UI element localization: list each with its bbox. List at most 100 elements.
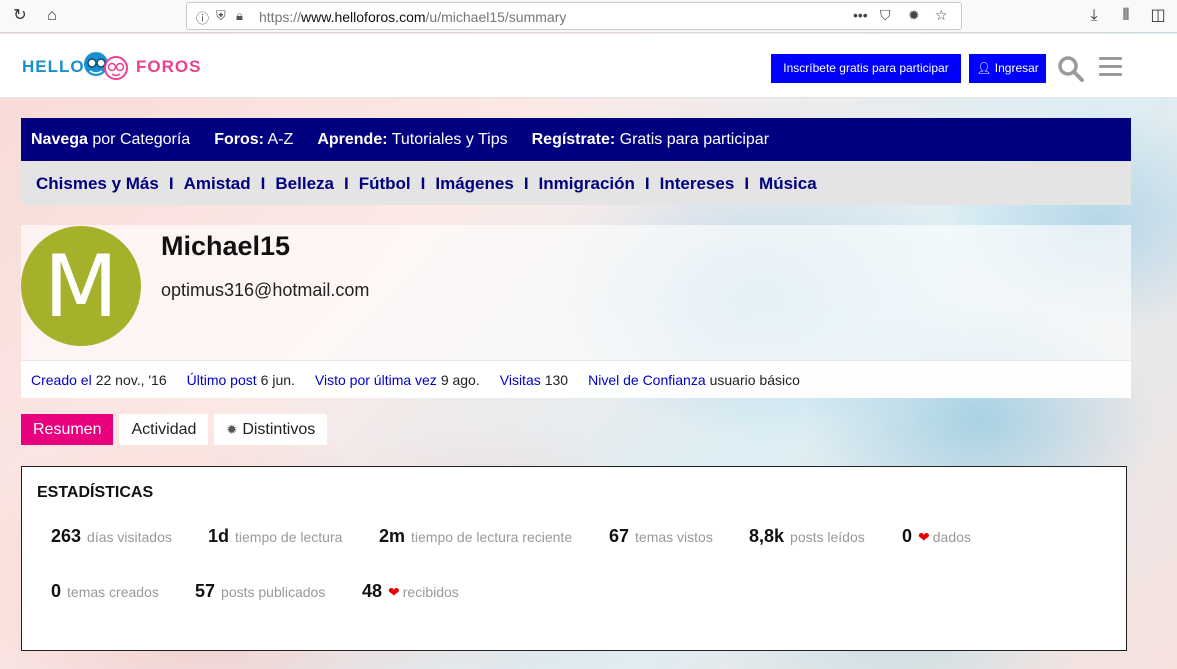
category-link[interactable]: Imágenes bbox=[435, 174, 513, 194]
category-separator: I bbox=[343, 173, 349, 193]
stats-title: ESTADÍSTICAS bbox=[37, 484, 154, 501]
primary-nav-item[interactable]: Foros: A-Z bbox=[214, 131, 293, 149]
stat-item: 8,8k posts leídos bbox=[749, 526, 865, 547]
logo-foros: FOROS bbox=[136, 57, 202, 76]
logo-hello: HELLO bbox=[22, 57, 85, 76]
stat-value: 8,8k bbox=[749, 526, 785, 546]
lock-warning-icon[interactable]: 🔒︎ bbox=[236, 8, 243, 24]
stat-label: posts leídos bbox=[790, 529, 865, 545]
stat-item: 263 días visitados bbox=[51, 526, 172, 547]
profile-tabs: Resumen Actividad ✹ Distintivos bbox=[21, 414, 328, 445]
stat-label: tiempo de lectura bbox=[235, 529, 343, 545]
category-link[interactable]: Inmigración bbox=[539, 174, 635, 194]
category-link[interactable]: Belleza bbox=[275, 174, 334, 194]
user-email: optimus316@hotmail.com bbox=[161, 280, 370, 300]
url-path: /u/michael15/summary bbox=[425, 9, 567, 25]
stat-value: 57 bbox=[195, 581, 216, 601]
tab-distintivos[interactable]: ✹ Distintivos bbox=[214, 414, 328, 445]
primary-nav-item-bold: Navega bbox=[31, 130, 88, 148]
stat-label: temas creados bbox=[67, 584, 159, 600]
search-icon[interactable] bbox=[1058, 56, 1084, 82]
category-nav: Chismes y Más I Amistad I Belleza I Fútbol I Imá… bbox=[21, 162, 1131, 205]
category-link[interactable]: Fútbol bbox=[359, 174, 411, 194]
category-separator: I bbox=[523, 173, 529, 193]
category-link[interactable]: Chismes y Más bbox=[36, 174, 159, 194]
user-meta-label[interactable]: Visitas bbox=[500, 372, 541, 388]
sidebar-icon[interactable]: ◫ bbox=[1148, 6, 1168, 26]
category-separator: I bbox=[260, 173, 266, 193]
primary-nav-item[interactable]: Regístrate: Gratis para participar bbox=[532, 131, 769, 149]
stat-label: días visitados bbox=[87, 529, 172, 545]
info-icon[interactable]: ⓘ bbox=[196, 8, 209, 27]
stat-value: 0 bbox=[51, 581, 62, 601]
stat-item: 0 temas creados bbox=[51, 581, 159, 602]
pocket-icon[interactable]: ⛉ bbox=[880, 7, 891, 24]
stat-item: 57 posts publicados bbox=[195, 581, 325, 602]
login-button[interactable]: 👤︎ Ingresar bbox=[969, 54, 1046, 83]
user-meta-item: Creado el 22 nov., '16 bbox=[31, 372, 167, 388]
category-link[interactable]: Intereses bbox=[660, 174, 735, 194]
stat-value: 48 bbox=[362, 581, 383, 601]
category-separator: I bbox=[644, 173, 650, 193]
user-meta-value: 130 bbox=[544, 371, 569, 388]
home-icon[interactable]: ⌂ bbox=[42, 6, 62, 26]
user-meta-item: Visto por última vez 9 ago. bbox=[315, 372, 480, 388]
library-icon[interactable]: ⫴ bbox=[1116, 6, 1136, 26]
primary-nav-item-bold: Regístrate: bbox=[531, 130, 616, 148]
tab-label: Distintivos bbox=[242, 421, 316, 438]
heart-icon: ❤ bbox=[918, 529, 930, 545]
address-bar[interactable]: ⓘ ⛨ 🔒︎ https://www.helloforos.com/u/mich… bbox=[186, 2, 962, 30]
primary-nav: Navega por Categoría Foros: A-Z Aprende: T… bbox=[21, 118, 1131, 161]
avatar[interactable]: M bbox=[21, 226, 141, 346]
stat-item: 2m tiempo de lectura reciente bbox=[379, 526, 572, 547]
user-icon: 👤︎ bbox=[976, 61, 995, 75]
user-profile-card: M Michael15 optimus316@hotmail.com Cread… bbox=[21, 225, 1131, 398]
stat-value: 2m bbox=[379, 526, 406, 546]
stat-item: 1d tiempo de lectura bbox=[208, 526, 342, 547]
stat-label: temas vistos bbox=[635, 529, 713, 545]
url-text[interactable]: https://www.helloforos.com/u/michael15/s… bbox=[259, 9, 566, 25]
browser-toolbar: ↻ ⌂ ⓘ ⛨ 🔒︎ https://www.helloforos.com/u/… bbox=[0, 0, 1177, 33]
url-host: www.helloforos.com bbox=[301, 9, 426, 25]
category-link[interactable]: Amistad bbox=[184, 174, 251, 194]
primary-nav-item-bold: Foros: bbox=[214, 130, 264, 148]
user-meta-label[interactable]: Último post bbox=[187, 372, 257, 388]
user-meta-label[interactable]: Nivel de Confianza bbox=[588, 372, 706, 388]
page-actions-icon[interactable]: ••• bbox=[853, 7, 868, 23]
primary-nav-item-text: A-Z bbox=[263, 130, 294, 148]
user-meta-item: Nivel de Confianza usuario básico bbox=[588, 372, 800, 388]
stat-label: recibidos bbox=[402, 584, 459, 600]
primary-nav-item-text: Tutoriales y Tips bbox=[387, 130, 508, 148]
category-link[interactable]: Música bbox=[759, 174, 817, 194]
user-meta-label[interactable]: Creado el bbox=[31, 372, 92, 388]
stat-value: 1d bbox=[208, 526, 230, 546]
tab-label: Actividad bbox=[131, 421, 197, 438]
stat-label: dados bbox=[932, 529, 971, 545]
bookmark-star-icon[interactable]: ☆ bbox=[935, 7, 948, 24]
signup-button[interactable]: Inscríbete gratis para participar bbox=[771, 54, 961, 83]
primary-nav-item-text: Gratis para participar bbox=[615, 130, 770, 148]
category-separator: I bbox=[420, 173, 426, 193]
user-meta-label[interactable]: Visto por última vez bbox=[315, 372, 437, 388]
reload-icon[interactable]: ↻ bbox=[10, 6, 30, 26]
primary-nav-item[interactable]: Navega por Categoría bbox=[31, 131, 190, 149]
category-separator: I bbox=[168, 173, 174, 193]
primary-nav-item[interactable]: Aprende: Tutoriales y Tips bbox=[317, 131, 507, 149]
stat-value: 263 bbox=[51, 526, 82, 546]
user-meta-value: 6 jun. bbox=[260, 371, 295, 388]
category-separator: I bbox=[744, 173, 750, 193]
hamburger-menu-icon[interactable] bbox=[1099, 57, 1122, 79]
primary-nav-item-bold: Aprende: bbox=[317, 130, 388, 148]
download-icon[interactable]: ⤓ bbox=[1084, 6, 1104, 26]
user-meta-value: 22 nov., '16 bbox=[95, 371, 167, 388]
username: Michael15 bbox=[161, 231, 291, 261]
user-meta-item: Visitas 130 bbox=[500, 372, 568, 388]
stat-value: 67 bbox=[609, 526, 630, 546]
tab-actividad[interactable]: Actividad bbox=[119, 414, 209, 445]
heart-icon: ❤ bbox=[388, 584, 400, 600]
tab-resumen[interactable]: Resumen bbox=[21, 414, 114, 445]
shield-icon[interactable]: ⛨ bbox=[216, 8, 226, 24]
user-meta-item: Último post 6 jun. bbox=[187, 372, 295, 388]
bug-icon[interactable]: ✹ bbox=[908, 7, 920, 24]
gear-icon: ✹ bbox=[226, 422, 238, 437]
